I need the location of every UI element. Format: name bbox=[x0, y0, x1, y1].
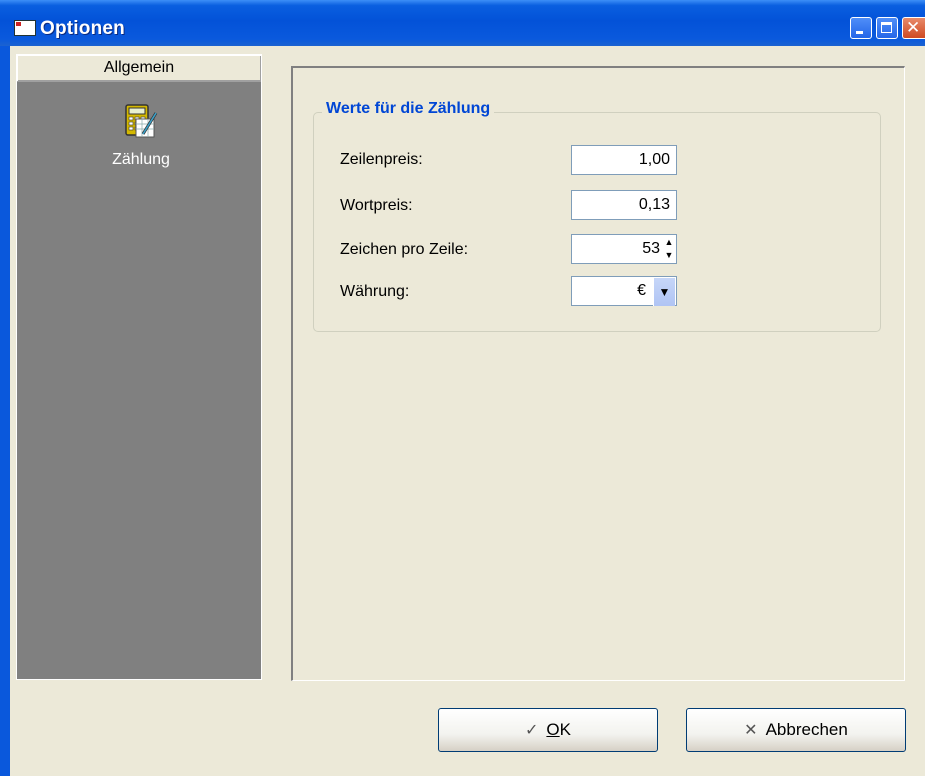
window-title: Optionen bbox=[40, 18, 125, 39]
cancel-button[interactable]: ✕ Abbrechen bbox=[686, 708, 906, 752]
zeichen-pro-zeile-stepper[interactable]: 53 ▲ ▼ bbox=[571, 234, 677, 264]
group-title: Werte für die Zählung bbox=[322, 100, 495, 118]
zeilenpreis-input[interactable]: 1,00 bbox=[571, 145, 677, 175]
chevron-down-icon[interactable]: ▼ bbox=[653, 278, 675, 306]
cancel-label: Abbrechen bbox=[765, 720, 848, 739]
group-werte: Werte für die Zählung Zeilenpreis: 1,00 … bbox=[313, 100, 881, 332]
spin-up-icon[interactable]: ▲ bbox=[663, 236, 675, 249]
sidebar-item-label: Zählung bbox=[112, 151, 170, 168]
ok-label-rest: K bbox=[559, 720, 571, 739]
label-zeilenpreis: Zeilenpreis: bbox=[340, 151, 423, 168]
sidebar: Allgemein Zählung bbox=[16, 54, 262, 680]
select-value: € bbox=[637, 282, 646, 299]
maximize-button[interactable] bbox=[876, 17, 898, 39]
stepper-value: 53 bbox=[642, 240, 660, 257]
window-frame-left bbox=[0, 46, 10, 776]
options-panel: Werte für die Zählung Zeilenpreis: 1,00 … bbox=[291, 66, 905, 681]
label-wortpreis: Wortpreis: bbox=[340, 197, 413, 214]
title-bar[interactable]: Optionen bbox=[0, 0, 925, 46]
app-icon[interactable] bbox=[14, 20, 36, 36]
ok-button[interactable]: ✓ OK bbox=[438, 708, 658, 752]
sidebar-header-allgemein[interactable]: Allgemein bbox=[17, 55, 261, 82]
close-icon: ✕ bbox=[744, 722, 758, 739]
label-zeichen-pro-zeile: Zeichen pro Zeile: bbox=[340, 241, 469, 258]
waehrung-select[interactable]: € ▼ bbox=[571, 276, 677, 306]
sidebar-item-zaehlung[interactable]: Zählung bbox=[99, 103, 183, 169]
wortpreis-input[interactable]: 0,13 bbox=[571, 190, 677, 220]
calculator-icon bbox=[125, 104, 158, 138]
ok-mnemonic: O bbox=[546, 720, 560, 739]
minimize-button[interactable] bbox=[850, 17, 872, 39]
label-waehrung: Währung: bbox=[340, 283, 410, 300]
checkmark-icon: ✓ bbox=[525, 722, 539, 739]
close-button[interactable] bbox=[902, 17, 925, 39]
spin-down-icon[interactable]: ▼ bbox=[663, 249, 675, 262]
